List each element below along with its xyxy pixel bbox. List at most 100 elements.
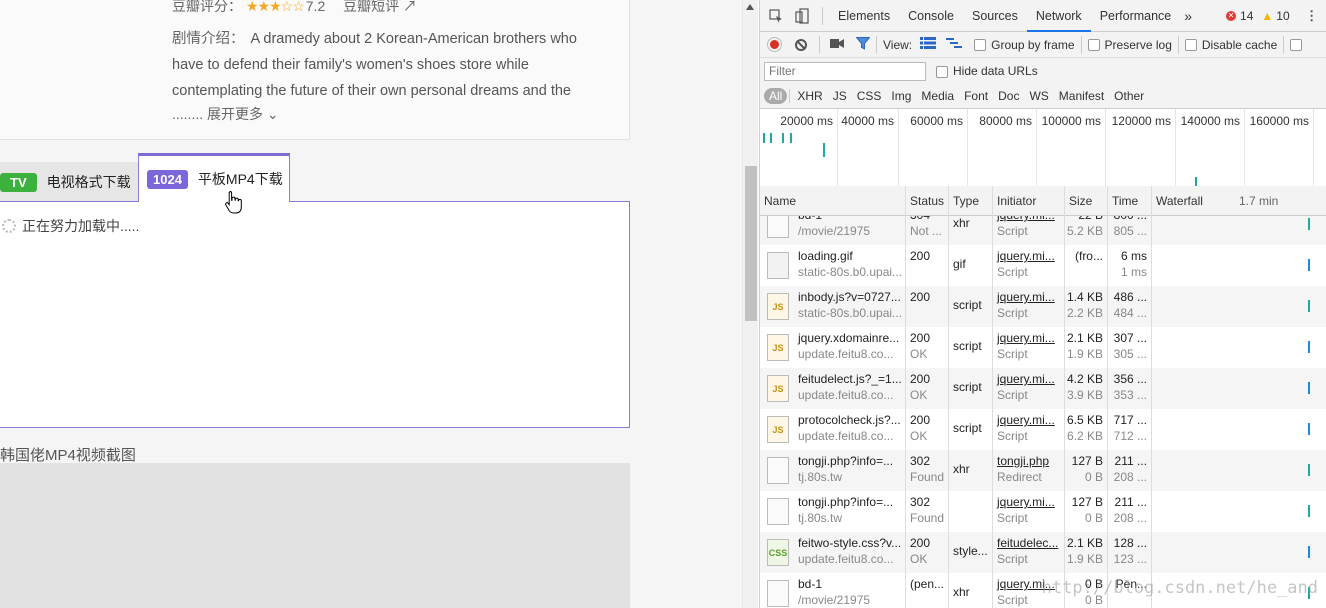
request-row[interactable]: tongji.php?info=... tj.80s.tw 302 Found jque…: [760, 491, 1326, 532]
type-filter-manifest[interactable]: Manifest: [1054, 89, 1109, 103]
ellipsis: ........: [172, 106, 204, 122]
cell-status: 200: [906, 245, 949, 286]
timeline-gridline: [967, 109, 968, 189]
record-icon[interactable]: [768, 38, 781, 51]
type-filter-media[interactable]: Media: [916, 89, 959, 103]
column-header-status[interactable]: Status: [906, 186, 949, 216]
preserve-log-checkbox[interactable]: Preserve log: [1087, 38, 1172, 52]
disable-cache-checkbox[interactable]: Disable cache: [1184, 38, 1277, 52]
camera-icon[interactable]: [830, 38, 844, 52]
network-overview-timeline[interactable]: 20000 ms 40000 ms 60000 ms 80000 ms 100000 m…: [760, 109, 1326, 191]
type-filter-other[interactable]: Other: [1109, 89, 1149, 103]
request-name[interactable]: bd-1: [798, 216, 822, 222]
error-warning-counter[interactable]: ✕ 14 ▲ 10: [1226, 9, 1290, 23]
timeline-label: 40000 ms: [841, 114, 894, 128]
request-row[interactable]: JS feitudelect.js?_=1... update.feitu8.co.…: [760, 368, 1326, 409]
column-header-size[interactable]: Size: [1065, 186, 1108, 216]
request-row[interactable]: JS jquery.xdomainre... update.feitu8.co...…: [760, 327, 1326, 368]
request-time: 800 ...: [1114, 216, 1147, 222]
cell-waterfall: [1152, 286, 1326, 327]
scrollbar-thumb[interactable]: [745, 166, 757, 321]
clear-icon[interactable]: [795, 38, 807, 51]
tab-sources[interactable]: Sources: [963, 0, 1027, 32]
screenshots-area: [0, 463, 630, 608]
request-latency: 1 ms: [1120, 265, 1147, 279]
column-header-name[interactable]: Name: [760, 186, 906, 216]
filter-icon[interactable]: [855, 36, 871, 53]
scroll-up-arrow-icon[interactable]: [746, 4, 754, 10]
filter-input[interactable]: [764, 61, 926, 81]
request-row[interactable]: JS protocolcheck.js?... update.feitu8.co..…: [760, 409, 1326, 450]
request-initiator[interactable]: jquery.mi...: [997, 372, 1055, 386]
request-row[interactable]: bd-1/movie/21975 304 Not ... xhr jquery.mi..…: [760, 216, 1326, 245]
cell-time: 128 ... 123 ...: [1108, 532, 1152, 573]
type-filter-img[interactable]: Img: [886, 89, 916, 103]
waterfall-view-icon[interactable]: [946, 37, 963, 52]
request-latency: 305 ...: [1113, 347, 1147, 361]
type-filter-ws[interactable]: WS: [1024, 89, 1053, 103]
offline-checkbox[interactable]: [1290, 38, 1307, 52]
request-name[interactable]: protocolcheck.js?...: [798, 413, 901, 427]
request-initiator[interactable]: feitudelec...: [997, 536, 1058, 550]
type-filter-font[interactable]: Font: [959, 89, 993, 103]
type-filter-js[interactable]: JS: [828, 89, 852, 103]
device-toolbar-icon[interactable]: [794, 7, 810, 24]
cell-time: 800 ... 805 ...: [1108, 216, 1152, 245]
type-filter-all[interactable]: All: [764, 88, 788, 104]
request-name[interactable]: inbody.js?v=0727...: [798, 290, 901, 304]
expand-more-link[interactable]: ........ 展开更多 ⌄: [172, 104, 279, 124]
timeline-gridline: [1244, 109, 1245, 189]
column-header-type[interactable]: Type: [949, 186, 993, 216]
request-time: 356 ...: [1113, 372, 1147, 386]
short-review-link[interactable]: 豆瓣短评 ↗: [343, 0, 417, 14]
tab-network[interactable]: Network: [1026, 0, 1091, 32]
timeline-gridline: [1175, 109, 1176, 189]
page-scrollbar[interactable]: [742, 0, 758, 608]
request-name[interactable]: tongji.php?info=...: [798, 495, 893, 509]
request-name[interactable]: feitudelect.js?_=1...: [798, 372, 902, 386]
cell-name: JS feitudelect.js?_=1... update.feitu8.co.…: [760, 368, 906, 409]
request-initiator[interactable]: jquery.mi...: [997, 495, 1055, 509]
cell-size: 22 B 5.2 KB: [1065, 216, 1108, 245]
request-name[interactable]: jquery.xdomainre...: [798, 331, 899, 345]
request-row[interactable]: tongji.php?info=... tj.80s.tw 302 Found xhr t…: [760, 450, 1326, 491]
request-type: style...: [953, 544, 988, 558]
request-row[interactable]: JS inbody.js?v=0727... static-80s.b0.upai.…: [760, 286, 1326, 327]
tab-elements[interactable]: Elements: [829, 0, 899, 32]
request-row[interactable]: loading.gif static-80s.b0.upai... 200 gif jq…: [760, 245, 1326, 286]
type-filter-xhr[interactable]: XHR: [792, 89, 827, 103]
tab-tv-download[interactable]: TV 电视格式下载: [0, 162, 138, 202]
kebab-menu-icon[interactable]: ⋮: [1304, 8, 1320, 24]
large-rows-icon[interactable]: [920, 37, 937, 52]
type-filter-doc[interactable]: Doc: [993, 89, 1024, 103]
request-name[interactable]: feitwo-style.css?v...: [798, 536, 901, 550]
request-initiator-kind: Script: [997, 552, 1028, 566]
column-header-time[interactable]: Time: [1108, 186, 1152, 216]
cell-waterfall: [1152, 216, 1326, 245]
request-initiator[interactable]: jquery.mi...: [997, 331, 1055, 345]
request-initiator[interactable]: tongji.php: [997, 454, 1049, 468]
request-row[interactable]: CSS feitwo-style.css?v... update.feitu8.co…: [760, 532, 1326, 573]
timeline-gridline: [898, 109, 899, 189]
request-initiator[interactable]: jquery.mi...: [997, 216, 1055, 222]
inspect-element-icon[interactable]: [768, 8, 784, 24]
type-filter-css[interactable]: CSS: [852, 89, 887, 103]
request-name[interactable]: tongji.php?info=...: [798, 454, 893, 468]
request-initiator[interactable]: jquery.mi...: [997, 290, 1055, 304]
request-latency: 353 ...: [1113, 388, 1147, 402]
loading-indicator: 正在努力加载中.....: [2, 216, 139, 236]
cell-name: JS jquery.xdomainre... update.feitu8.co...: [760, 327, 906, 368]
request-name[interactable]: bd-1: [798, 577, 822, 591]
tab-console[interactable]: Console: [899, 0, 963, 32]
column-header-initiator[interactable]: Initiator: [993, 186, 1065, 216]
request-name[interactable]: loading.gif: [798, 249, 853, 263]
request-initiator[interactable]: jquery.mi...: [997, 413, 1055, 427]
tab-performance[interactable]: Performance: [1091, 0, 1181, 32]
more-tabs-icon[interactable]: »: [1180, 0, 1196, 32]
hide-data-urls-checkbox[interactable]: Hide data URLs: [936, 64, 1038, 78]
double-chevron-down-icon: ⌄: [266, 106, 279, 122]
request-initiator[interactable]: jquery.mi...: [997, 249, 1055, 263]
group-by-frame-checkbox[interactable]: Group by frame: [974, 38, 1075, 52]
cell-waterfall: [1152, 450, 1326, 491]
tab-mp4-download[interactable]: 1024 平板MP4下载: [138, 153, 290, 202]
